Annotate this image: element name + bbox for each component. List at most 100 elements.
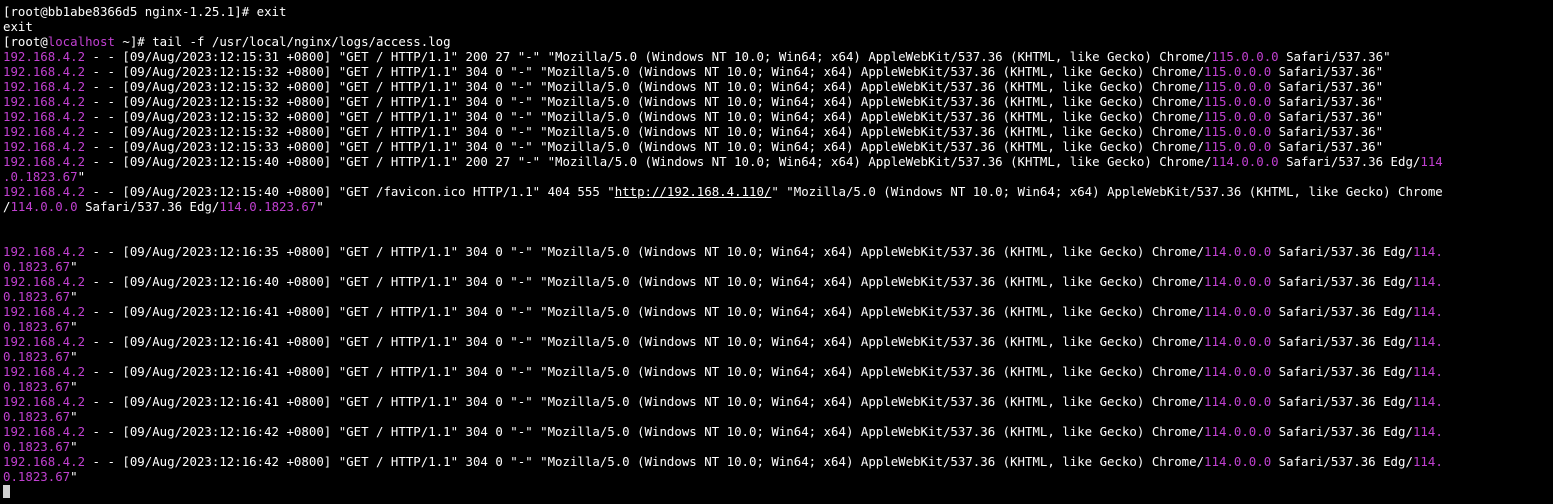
log-text: " — [70, 349, 78, 364]
log-text: - - [09/Aug/2023:12:16:40 +0800] "GET / … — [85, 274, 1205, 289]
ip-address: 192.168.4.2 — [3, 454, 86, 469]
version-number: 115.0.0.0 — [1204, 139, 1272, 154]
terminal-line: 192.168.4.2 - - [09/Aug/2023:12:15:32 +0… — [3, 124, 1553, 139]
log-text: Safari/537.36 Edg/ — [1271, 454, 1413, 469]
log-text: - - [09/Aug/2023:12:16:41 +0800] "GET / … — [85, 304, 1205, 319]
ip-address: 192.168.4.2 — [3, 154, 86, 169]
ip-address: localhost — [47, 34, 115, 49]
terminal-line: 192.168.4.2 - - [09/Aug/2023:12:16:42 +0… — [3, 454, 1553, 469]
log-text: [root@bb1abe8366d5 nginx-1.25.1]# exit — [3, 4, 287, 19]
ip-address: 192.168.4.2 — [3, 274, 86, 289]
text-cursor — [3, 485, 10, 498]
version-number: 115.0.0.0 — [1204, 79, 1272, 94]
version-number: 115.0.0.0 — [1204, 94, 1272, 109]
version-number: 114. — [1412, 364, 1443, 379]
version-number: 114.0.0.0 — [1204, 424, 1272, 439]
terminal-line: 192.168.4.2 - - [09/Aug/2023:12:15:33 +0… — [3, 139, 1553, 154]
terminal-line: 192.168.4.2 - - [09/Aug/2023:12:16:41 +0… — [3, 364, 1553, 379]
log-text: - - [09/Aug/2023:12:16:42 +0800] "GET / … — [85, 454, 1205, 469]
log-text: ~]# tail -f /usr/local/nginx/logs/access… — [114, 34, 451, 49]
log-text: " — [70, 259, 78, 274]
ip-address: 192.168.4.2 — [3, 139, 86, 154]
ip-address: 192.168.4.2 — [3, 334, 86, 349]
cursor-line[interactable] — [3, 484, 1553, 499]
version-number: 0.1823.67 — [3, 439, 71, 454]
terminal-line: 192.168.4.2 - - [09/Aug/2023:12:15:32 +0… — [3, 64, 1553, 79]
log-text: Safari/537.36 Edg/ — [1271, 394, 1413, 409]
terminal-line: [root@bb1abe8366d5 nginx-1.25.1]# exit — [3, 4, 1553, 19]
ip-address: 192.168.4.2 — [3, 124, 86, 139]
terminal-line: 192.168.4.2 - - [09/Aug/2023:12:15:40 +0… — [3, 184, 1553, 199]
terminal-line: 192.168.4.2 - - [09/Aug/2023:12:16:41 +0… — [3, 334, 1553, 349]
version-number: 114. — [1412, 304, 1443, 319]
version-number: 0.1823.67 — [3, 379, 71, 394]
log-text: Safari/537.36" — [1271, 124, 1384, 139]
terminal-line: 0.1823.67" — [3, 469, 1553, 484]
version-number: 114.0.0.0 — [1204, 394, 1272, 409]
log-text: " — [70, 319, 78, 334]
terminal-line: 192.168.4.2 - - [09/Aug/2023:12:16:41 +0… — [3, 304, 1553, 319]
terminal-line: 0.1823.67" — [3, 439, 1553, 454]
version-number: 0.1823.67 — [3, 409, 71, 424]
version-number: 114. — [1412, 394, 1443, 409]
log-text: - - [09/Aug/2023:12:16:42 +0800] "GET / … — [85, 424, 1205, 439]
terminal-window[interactable]: [root@bb1abe8366d5 nginx-1.25.1]# exit ex… — [0, 0, 1553, 504]
version-number: 0.1823.67 — [3, 289, 71, 304]
terminal-line: 0.1823.67" — [3, 319, 1553, 334]
log-text: - - [09/Aug/2023:12:16:41 +0800] "GET / … — [85, 394, 1205, 409]
log-text: Safari/537.36 Edg/ — [1271, 274, 1413, 289]
version-number: 114.0.0.0 — [1204, 274, 1272, 289]
version-number: 114.0.0.0 — [1204, 454, 1272, 469]
log-text: - - [09/Aug/2023:12:16:35 +0800] "GET / … — [85, 244, 1205, 259]
log-text: - - [09/Aug/2023:12:15:40 +0800] "GET / … — [85, 154, 1212, 169]
log-text: Safari/537.36 Edg/ — [1271, 364, 1413, 379]
referrer-link[interactable]: http://192.168.4.110/ — [615, 184, 772, 199]
terminal-line: 0.1823.67" — [3, 379, 1553, 394]
ip-address: 192.168.4.2 — [3, 79, 86, 94]
log-text: [root@ — [3, 34, 48, 49]
terminal-line: 192.168.4.2 - - [09/Aug/2023:12:15:40 +0… — [3, 154, 1553, 169]
log-text: - - [09/Aug/2023:12:15:32 +0800] "GET / … — [85, 109, 1205, 124]
log-text: - - [09/Aug/2023:12:15:32 +0800] "GET / … — [85, 64, 1205, 79]
ip-address: 192.168.4.2 — [3, 109, 86, 124]
terminal-line: 192.168.4.2 - - [09/Aug/2023:12:15:31 +0… — [3, 49, 1553, 64]
terminal-line: 192.168.4.2 - - [09/Aug/2023:12:16:42 +0… — [3, 424, 1553, 439]
version-number: 114. — [1412, 244, 1443, 259]
version-number: 115.0.0.0 — [1211, 49, 1279, 64]
log-text: - - [09/Aug/2023:12:15:32 +0800] "GET / … — [85, 79, 1205, 94]
log-text: exit — [3, 19, 33, 34]
log-text: - - [09/Aug/2023:12:15:32 +0800] "GET / … — [85, 124, 1205, 139]
version-number: .0.1823.67 — [3, 169, 78, 184]
log-text: " — [70, 289, 78, 304]
log-text: " — [70, 379, 78, 394]
terminal-line: 0.1823.67" — [3, 409, 1553, 424]
log-text: - - [09/Aug/2023:12:16:41 +0800] "GET / … — [85, 364, 1205, 379]
terminal-line: 0.1823.67" — [3, 259, 1553, 274]
terminal-line: 192.168.4.2 - - [09/Aug/2023:12:15:32 +0… — [3, 109, 1553, 124]
ip-address: 192.168.4.2 — [3, 64, 86, 79]
terminal-line: exit — [3, 19, 1553, 34]
log-text: Safari/537.36 Edg/ — [1271, 244, 1413, 259]
log-text: " — [316, 199, 324, 214]
log-text: Safari/537.36 Edg/ — [1278, 154, 1421, 169]
ip-address: 192.168.4.2 — [3, 244, 86, 259]
version-number: 114. — [1412, 334, 1443, 349]
log-text: Safari/537.36" — [1278, 49, 1391, 64]
log-text: - - [09/Aug/2023:12:15:32 +0800] "GET / … — [85, 94, 1205, 109]
log-text: - - [09/Aug/2023:12:15:33 +0800] "GET / … — [85, 139, 1205, 154]
ip-address: 192.168.4.2 — [3, 364, 86, 379]
log-text: Safari/537.36" — [1271, 79, 1384, 94]
version-number: 114. — [1412, 274, 1443, 289]
ip-address: 192.168.4.2 — [3, 424, 86, 439]
version-number: 0.1823.67 — [3, 259, 71, 274]
version-number: 115.0.0.0 — [1204, 109, 1272, 124]
terminal-line: 192.168.4.2 - - [09/Aug/2023:12:15:32 +0… — [3, 94, 1553, 109]
version-number: 114.0.0.0 — [1204, 364, 1272, 379]
log-text: " — [77, 169, 86, 184]
log-text: " "Mozilla/5.0 (Windows NT 10.0; Win64; … — [771, 184, 1443, 199]
terminal-line: .0.1823.67" — [3, 169, 1553, 184]
terminal-line: 192.168.4.2 - - [09/Aug/2023:12:15:32 +0… — [3, 79, 1553, 94]
version-number: 114.0.0.0 — [10, 199, 78, 214]
